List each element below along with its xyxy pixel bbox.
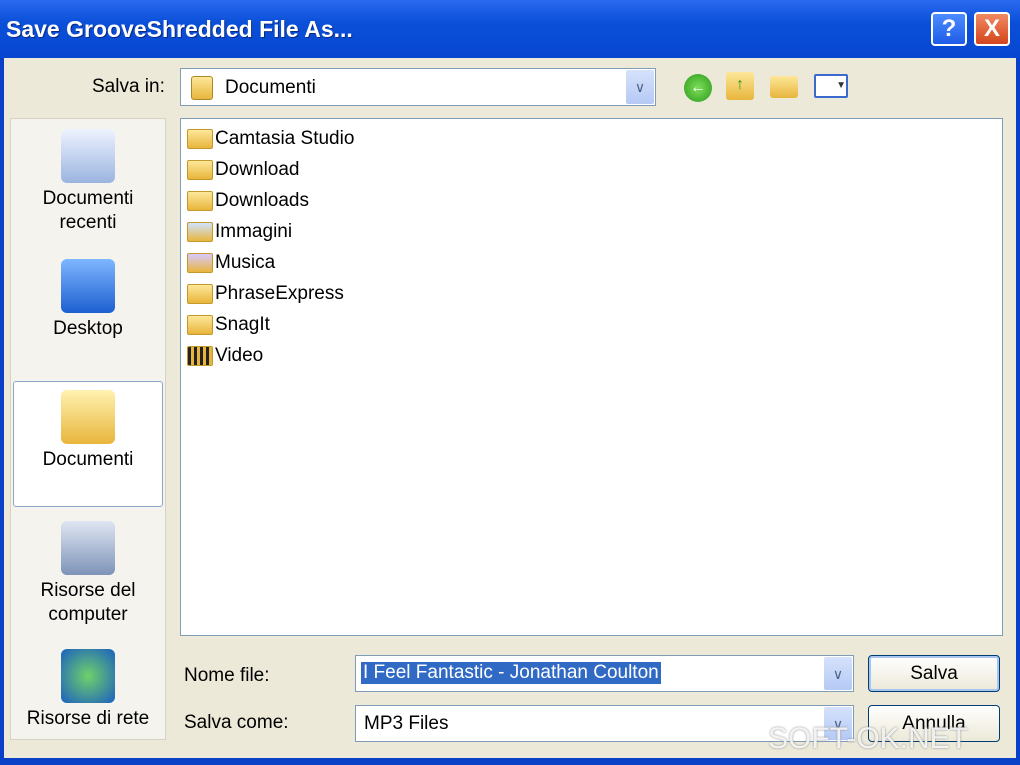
desktop-icon xyxy=(61,259,115,313)
pictures-folder-icon xyxy=(187,222,213,242)
folder-icon xyxy=(187,129,213,149)
place-network[interactable]: Risorse di rete xyxy=(13,649,163,731)
list-item[interactable]: Downloads xyxy=(187,187,309,215)
list-item[interactable]: PhraseExpress xyxy=(187,280,344,308)
title-bar: Save GrooveShredded File As... ? X xyxy=(0,0,1020,58)
window-title: Save GrooveShredded File As... xyxy=(6,16,353,42)
computer-icon xyxy=(61,521,115,575)
back-icon[interactable]: ← xyxy=(684,74,712,102)
list-item[interactable]: Immagini xyxy=(187,218,292,246)
place-my-computer[interactable]: Risorse del computer xyxy=(13,521,163,627)
save-in-value: Documenti xyxy=(225,77,316,98)
documents-icon xyxy=(191,76,213,100)
list-item[interactable]: Download xyxy=(187,156,300,184)
up-folder-icon[interactable]: ↑ xyxy=(726,72,754,100)
save-in-combo[interactable]: Documenti ∨ xyxy=(180,68,656,106)
list-item[interactable]: Musica xyxy=(187,249,275,277)
filename-input[interactable]: I Feel Fantastic - Jonathan Coulton ∨ xyxy=(355,655,854,692)
network-icon xyxy=(61,649,115,703)
folder-icon xyxy=(187,191,213,211)
places-bar: Documenti recenti Desktop Documenti Riso… xyxy=(10,118,166,740)
dialog-body: Salva in: Documenti ∨ ← ↑ ▼ Documenti re… xyxy=(4,58,1016,758)
save-button[interactable]: Salva xyxy=(868,655,1000,692)
savetype-value: MP3 Files xyxy=(364,713,449,734)
documents-folder-icon xyxy=(61,390,115,444)
help-button[interactable]: ? xyxy=(931,12,967,46)
view-menu-icon[interactable]: ▼ xyxy=(814,74,848,98)
recent-documents-icon xyxy=(61,129,115,183)
savetype-label: Salva come: xyxy=(184,712,289,733)
file-list[interactable]: Camtasia Studio Download Downloads Immag… xyxy=(180,118,1003,636)
place-desktop[interactable]: Desktop xyxy=(13,259,163,341)
filename-label: Nome file: xyxy=(184,665,270,686)
list-item[interactable]: Video xyxy=(187,342,263,370)
save-in-label: Salva in: xyxy=(92,76,165,97)
folder-icon xyxy=(187,160,213,180)
filename-value: I Feel Fantastic - Jonathan Coulton xyxy=(361,662,661,684)
close-button[interactable]: X xyxy=(974,12,1010,46)
place-recent-documents[interactable]: Documenti recenti xyxy=(13,129,163,235)
video-folder-icon xyxy=(187,346,213,366)
chevron-down-icon[interactable]: ∨ xyxy=(824,657,852,690)
folder-icon xyxy=(187,315,213,335)
watermark: SOFT-OK.NET xyxy=(768,722,969,755)
music-folder-icon xyxy=(187,253,213,273)
list-item[interactable]: SnagIt xyxy=(187,311,270,339)
folder-icon xyxy=(187,284,213,304)
place-documents[interactable]: Documenti xyxy=(13,381,163,507)
chevron-down-icon[interactable]: ∨ xyxy=(626,70,654,104)
list-item[interactable]: Camtasia Studio xyxy=(187,125,354,153)
new-folder-icon[interactable] xyxy=(770,76,798,98)
